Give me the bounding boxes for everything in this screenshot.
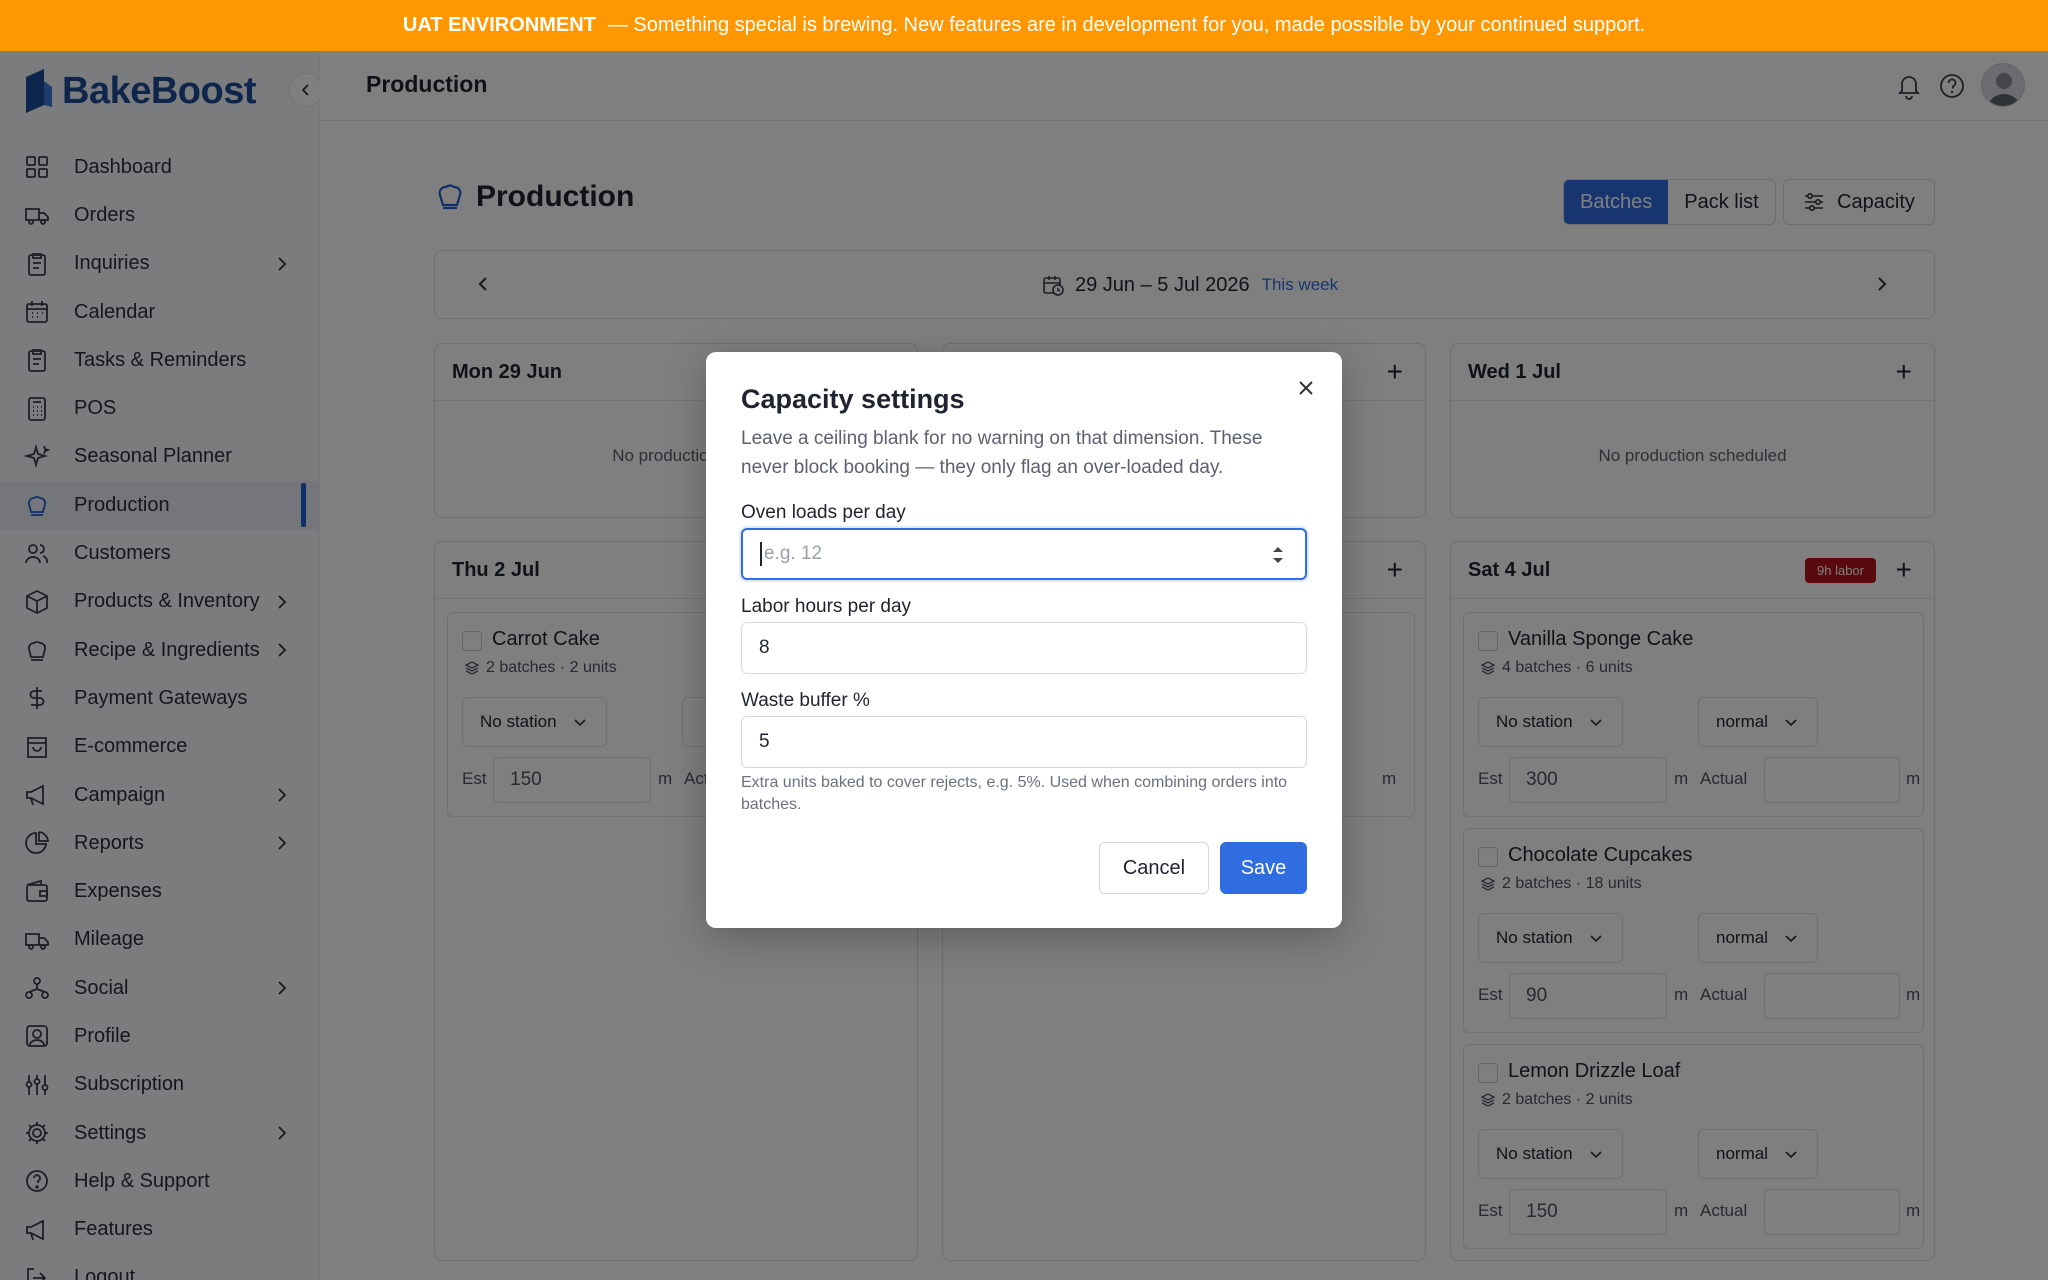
close-icon[interactable] [1294,376,1318,400]
banner-message: — Something special is brewing. New feat… [607,14,1646,36]
waste-buffer-label: Waste buffer % [741,690,870,711]
labor-hours-input[interactable]: 8 [741,622,1307,674]
capacity-settings-dialog: Capacity settings Leave a ceiling blank … [706,352,1342,928]
oven-loads-input[interactable]: e.g. 12 [741,528,1307,580]
labor-hours-label: Labor hours per day [741,596,912,617]
banner-env: UAT ENVIRONMENT [402,14,596,36]
oven-loads-label: Oven loads per day [741,502,906,523]
save-button[interactable]: Save [1220,842,1307,894]
cancel-button[interactable]: Cancel [1099,842,1209,894]
dialog-title: Capacity settings [741,384,965,414]
number-stepper-icon[interactable] [1271,544,1285,566]
waste-buffer-input[interactable]: 5 [741,716,1307,768]
dialog-description: Leave a ceiling blank for no warning on … [741,428,1263,478]
uat-banner: UAT ENVIRONMENT — Something special is b… [0,0,2048,51]
waste-buffer-hint: Extra units baked to cover rejects, e.g.… [741,774,1288,813]
oven-loads-placeholder: e.g. 12 [764,543,823,564]
